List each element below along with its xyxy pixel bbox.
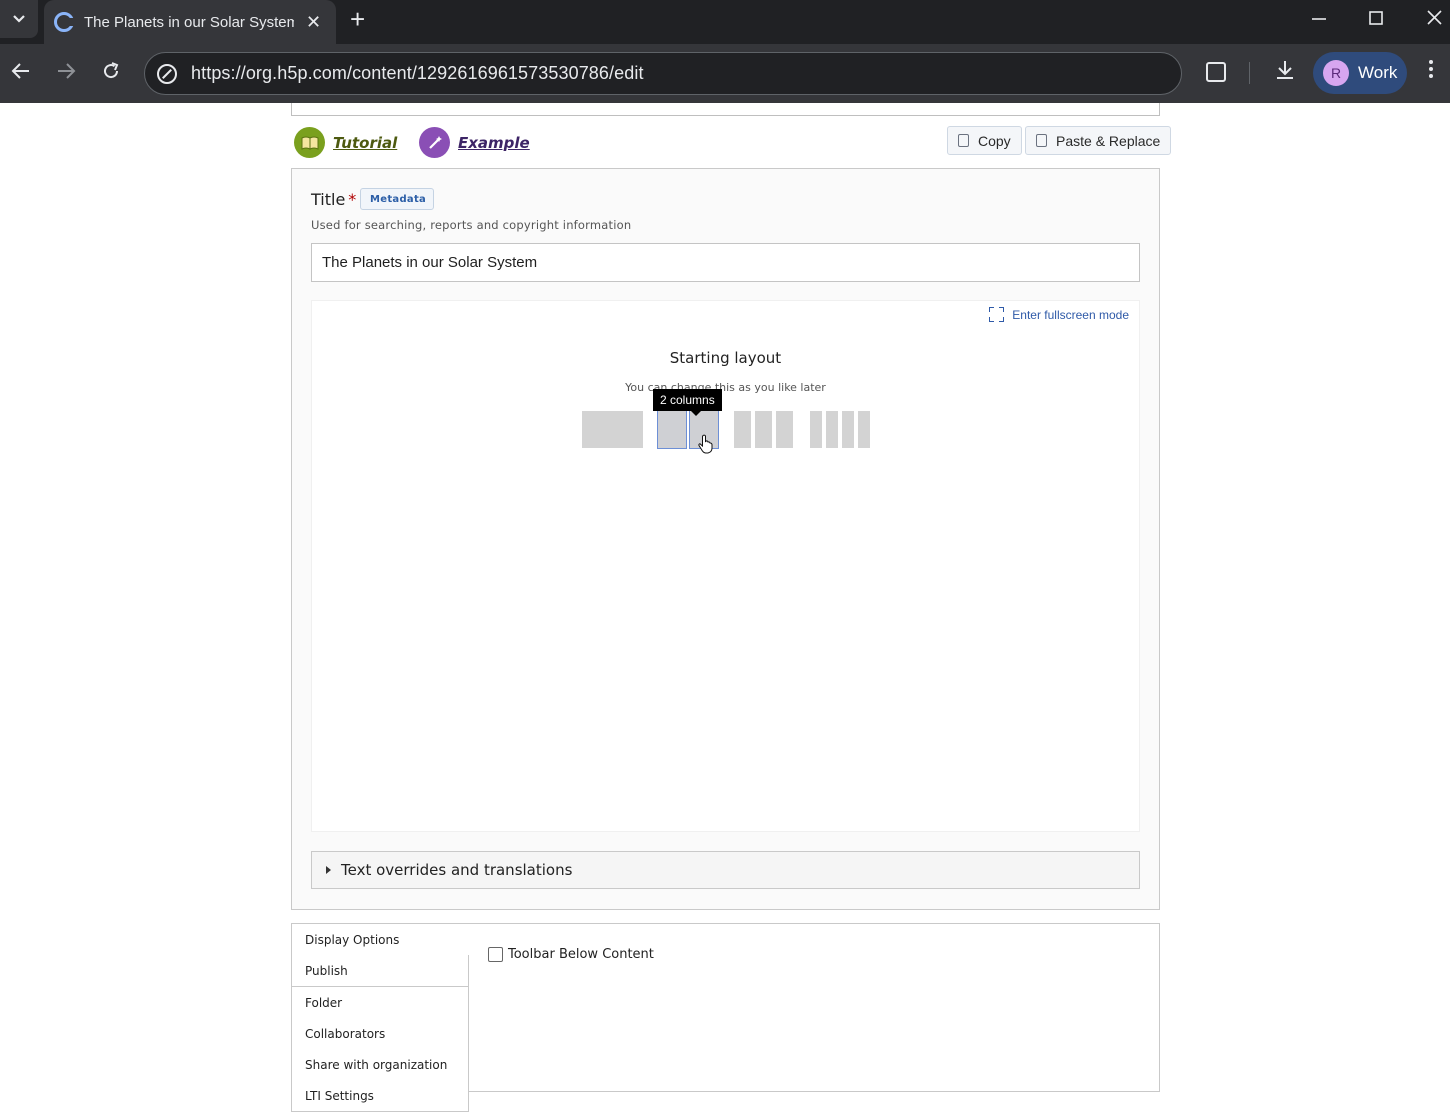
required-mark: * (348, 190, 357, 209)
layout-tooltip: 2 columns (653, 389, 722, 416)
layout-option-1-column[interactable] (582, 411, 643, 448)
example-link[interactable]: Example (419, 127, 530, 158)
reload-icon[interactable] (100, 60, 122, 86)
minimize-icon[interactable] (1310, 6, 1328, 32)
browser-toolbar: https://org.h5p.com/content/129261696157… (0, 44, 1450, 103)
layout-column (842, 411, 854, 448)
window-close-icon[interactable] (1425, 6, 1443, 32)
browser-tabstrip: The Planets in our Solar System ✕ + (0, 0, 1450, 44)
tab-publish[interactable]: Publish (291, 955, 469, 987)
copy-button[interactable]: Copy (947, 126, 1022, 155)
text-overrides-toggle[interactable]: Text overrides and translations (311, 851, 1140, 889)
extensions-icon[interactable] (1206, 62, 1226, 82)
copy-icon (958, 134, 969, 147)
url-text: https://org.h5p.com/content/129261696157… (191, 63, 644, 83)
toolbar-divider (1249, 62, 1250, 84)
tutorial-link[interactable]: Tutorial (294, 127, 397, 158)
previous-section-edge (291, 103, 1160, 116)
tutorial-book-icon (294, 127, 325, 158)
editor-form: Title * Metadata Used for searching, repo… (291, 168, 1160, 910)
example-label: Example (458, 133, 530, 152)
copy-label: Copy (978, 132, 1011, 149)
tab-close-icon[interactable]: ✕ (306, 12, 321, 33)
paste-replace-button[interactable]: Paste & Replace (1025, 126, 1172, 155)
more-menu-icon[interactable] (1428, 58, 1434, 86)
fullscreen-label: Enter fullscreen mode (1012, 307, 1129, 322)
tab-share-with-organization[interactable]: Share with organization (291, 1049, 469, 1081)
layout-title: Starting layout (669, 349, 782, 367)
toolbar-below-content-checkbox[interactable] (488, 947, 503, 962)
layout-column (755, 411, 772, 448)
layout-subtitle: You can change this as you like later (625, 381, 826, 394)
profile-button[interactable]: R Work (1313, 52, 1407, 94)
clipboard-icon (1036, 134, 1047, 147)
page-content: Tutorial Example Copy Paste & Replace Ti… (0, 103, 1450, 1120)
h5p-favicon-icon (54, 12, 74, 32)
title-description: Used for searching, reports and copyrigh… (311, 218, 632, 232)
course-presentation-canvas: Enter fullscreen mode Starting layout Yo… (311, 300, 1140, 832)
tab-lti-settings[interactable]: LTI Settings (291, 1080, 469, 1112)
download-icon[interactable] (1274, 58, 1296, 88)
layout-option-4-columns[interactable] (810, 411, 870, 448)
fullscreen-button[interactable]: Enter fullscreen mode (989, 307, 1129, 322)
tab-folder[interactable]: Folder (291, 987, 469, 1019)
layout-column (858, 411, 870, 448)
title-input[interactable]: The Planets in our Solar System (311, 243, 1140, 282)
title-label-text: Title (311, 190, 346, 209)
tab-title: The Planets in our Solar System (84, 13, 294, 31)
layout-column (826, 411, 838, 448)
metadata-button[interactable]: Metadata (360, 188, 435, 210)
overrides-label: Text overrides and translations (341, 861, 573, 879)
new-tab-plus-icon[interactable]: + (350, 6, 365, 32)
forward-arrow-icon[interactable] (55, 60, 77, 86)
browser-tab[interactable]: The Planets in our Solar System ✕ (44, 0, 336, 44)
paste-label: Paste & Replace (1056, 132, 1161, 149)
site-info-icon[interactable] (157, 63, 177, 84)
maximize-icon[interactable] (1367, 6, 1385, 32)
layout-column (582, 411, 643, 448)
tab-display-options[interactable]: Display Options (291, 924, 469, 956)
hand-cursor-icon (698, 434, 713, 454)
title-label: Title * (311, 190, 356, 209)
tab-search-chevron-down-icon[interactable] (0, 0, 38, 38)
back-arrow-icon[interactable] (10, 60, 32, 86)
layout-option-3-columns[interactable] (734, 411, 793, 448)
expand-caret-icon (326, 866, 331, 874)
example-wand-icon (419, 127, 450, 158)
layout-column (734, 411, 751, 448)
layout-column (810, 411, 822, 448)
avatar: R (1323, 60, 1349, 86)
toolbar-below-content-option[interactable]: Toolbar Below Content (488, 947, 654, 962)
profile-label: Work (1358, 63, 1398, 82)
layout-column (776, 411, 793, 448)
layout-column (657, 410, 687, 449)
tutorial-label: Tutorial (333, 133, 398, 152)
fullscreen-icon (989, 307, 1005, 322)
tab-collaborators[interactable]: Collaborators (291, 1018, 469, 1050)
address-bar[interactable]: https://org.h5p.com/content/129261696157… (144, 52, 1182, 95)
settings-panel: Display Options Publish Folder Collabora… (291, 923, 1160, 1112)
toolbar-below-content-label: Toolbar Below Content (508, 947, 654, 962)
